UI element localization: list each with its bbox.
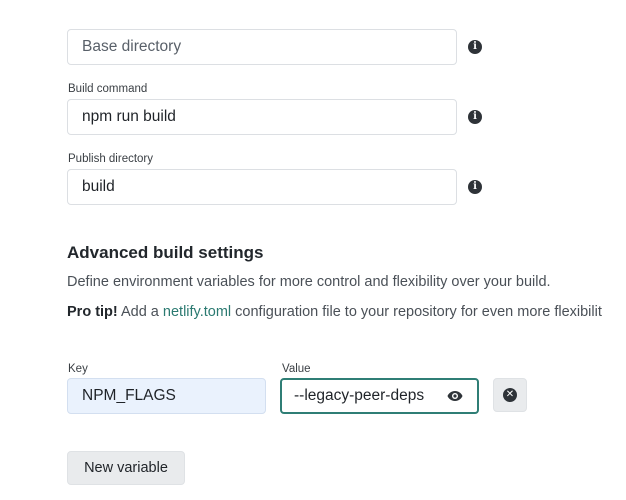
pro-tip-pre: Add a bbox=[117, 304, 163, 320]
info-icon[interactable]: i bbox=[468, 40, 482, 54]
publish-directory-value: build bbox=[82, 178, 115, 195]
pro-tip-strong: Pro tip! bbox=[67, 304, 118, 320]
delete-variable-button[interactable]: ✕ bbox=[493, 378, 527, 412]
advanced-settings-title: Advanced build settings bbox=[67, 243, 264, 262]
env-key-value: NPM_FLAGS bbox=[82, 387, 176, 404]
build-command-input[interactable]: npm run build bbox=[67, 99, 457, 135]
pro-tip-text: Pro tip! Add a netlify.toml configuratio… bbox=[67, 304, 602, 320]
info-icon[interactable]: i bbox=[468, 110, 482, 124]
base-directory-input[interactable]: Base directory bbox=[67, 29, 457, 65]
env-key-input[interactable]: NPM_FLAGS bbox=[67, 378, 266, 414]
build-command-value: npm run build bbox=[82, 108, 176, 125]
new-variable-button[interactable]: New variable bbox=[67, 451, 185, 485]
pro-tip-post: configuration file to your repository fo… bbox=[231, 304, 602, 320]
eye-icon[interactable] bbox=[447, 390, 463, 402]
env-value-value: --legacy-peer-deps bbox=[294, 387, 425, 404]
base-directory-placeholder: Base directory bbox=[82, 38, 182, 55]
publish-directory-input[interactable]: build bbox=[67, 169, 457, 205]
close-circle-icon: ✕ bbox=[503, 388, 517, 402]
env-key-label: Key bbox=[68, 363, 88, 375]
publish-directory-label: Publish directory bbox=[68, 153, 154, 165]
build-command-label: Build command bbox=[68, 83, 148, 95]
advanced-settings-description: Define environment variables for more co… bbox=[67, 274, 551, 290]
env-value-label: Value bbox=[282, 363, 311, 375]
info-icon[interactable]: i bbox=[468, 180, 482, 194]
netlify-toml-link[interactable]: netlify.toml bbox=[163, 304, 231, 320]
